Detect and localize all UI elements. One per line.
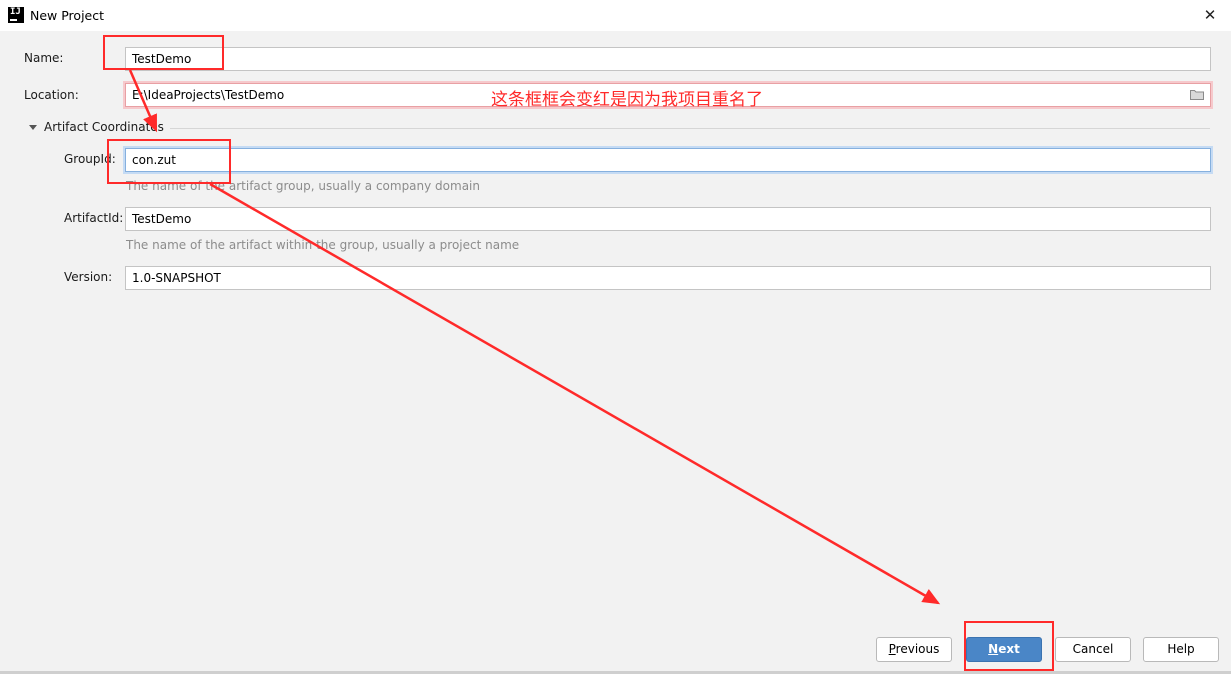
groupid-field[interactable]: con.zut — [125, 148, 1211, 172]
cancel-button[interactable]: Cancel — [1055, 637, 1131, 662]
next-label-rest: ext — [998, 642, 1020, 656]
chevron-down-icon[interactable] — [28, 123, 38, 133]
folder-icon[interactable] — [1190, 89, 1204, 100]
artifactid-label: ArtifactId: — [64, 211, 124, 225]
name-label: Name: — [24, 51, 64, 65]
groupid-label: GroupId: — [64, 152, 116, 166]
window-title: New Project — [30, 8, 105, 23]
title-bar: IJ New Project ✕ — [0, 0, 1231, 31]
artifact-coordinates-header[interactable]: Artifact Coordinates — [44, 120, 164, 134]
artifactid-hint: The name of the artifact within the grou… — [126, 238, 520, 252]
annotation-note: 这条框框会变红是因为我项目重名了 — [491, 90, 763, 110]
version-label: Version: — [64, 270, 113, 284]
help-button[interactable]: Help — [1143, 637, 1219, 662]
previous-button[interactable]: Previous — [876, 637, 952, 662]
section-divider — [170, 128, 1210, 129]
name-field[interactable]: TestDemo — [125, 47, 1211, 71]
groupid-hint: The name of the artifact group, usually … — [126, 179, 480, 193]
version-field[interactable]: 1.0-SNAPSHOT — [125, 266, 1211, 290]
next-button[interactable]: Next — [966, 637, 1042, 662]
location-value: E:\IdeaProjects\TestDemo — [132, 88, 285, 102]
artifactid-field[interactable]: TestDemo — [125, 207, 1211, 231]
intellij-icon: IJ — [8, 7, 24, 23]
close-icon[interactable]: ✕ — [1195, 1, 1225, 29]
previous-label-rest: revious — [895, 642, 940, 656]
location-label: Location: — [24, 88, 79, 102]
